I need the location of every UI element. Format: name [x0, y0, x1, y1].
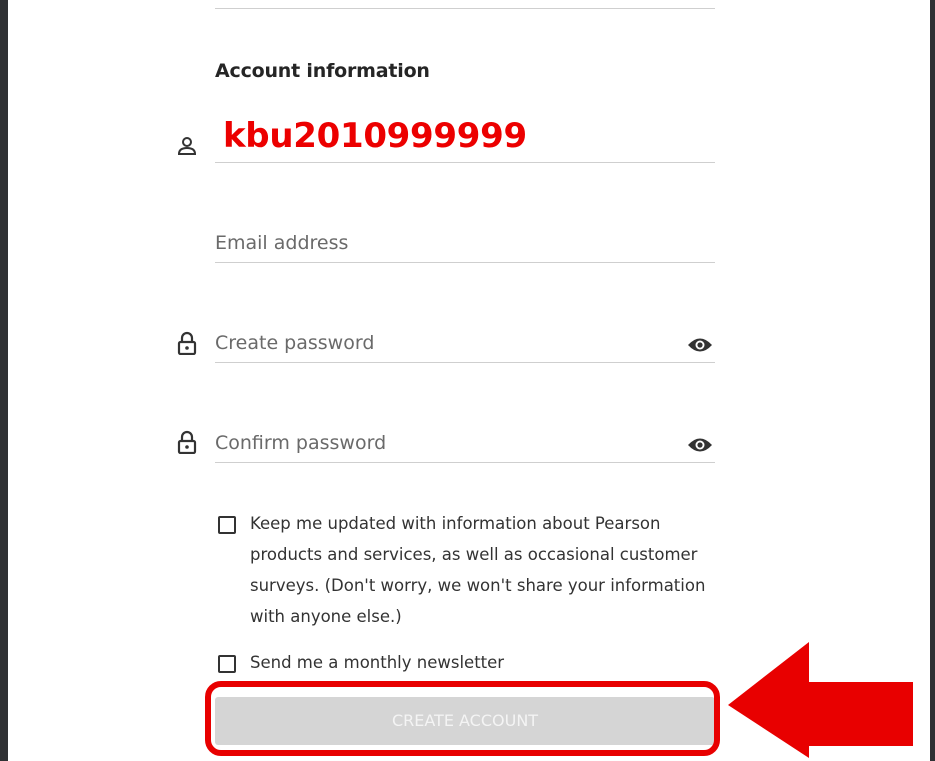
email-field[interactable]: Email address: [215, 222, 715, 263]
lock-icon: [177, 430, 197, 454]
updates-label: Keep me updated with information about P…: [250, 514, 706, 626]
email-placeholder: Email address: [215, 232, 349, 254]
username-field[interactable]: kbu2010999999: [215, 116, 715, 163]
username-value: kbu2010999999: [223, 116, 527, 156]
newsletter-label: Send me a monthly newsletter: [250, 653, 505, 672]
section-title: Account information: [215, 60, 430, 82]
eye-icon[interactable]: [687, 436, 713, 454]
newsletter-checkbox[interactable]: [218, 655, 236, 673]
create-password-placeholder: Create password: [215, 332, 375, 354]
create-password-field[interactable]: Create password: [215, 322, 715, 363]
eye-icon[interactable]: [687, 336, 713, 354]
arrow-left-icon: [728, 642, 913, 758]
previous-field-underline: [215, 0, 715, 9]
newsletter-option: Send me a monthly newsletter: [218, 651, 718, 678]
lock-icon: [177, 331, 197, 355]
person-icon: [177, 137, 197, 155]
updates-checkbox[interactable]: [218, 516, 236, 534]
confirm-password-placeholder: Confirm password: [215, 432, 387, 454]
confirm-password-field[interactable]: Confirm password: [215, 422, 715, 463]
updates-option: Keep me updated with information about P…: [218, 512, 718, 632]
highlight-box: [205, 681, 720, 756]
